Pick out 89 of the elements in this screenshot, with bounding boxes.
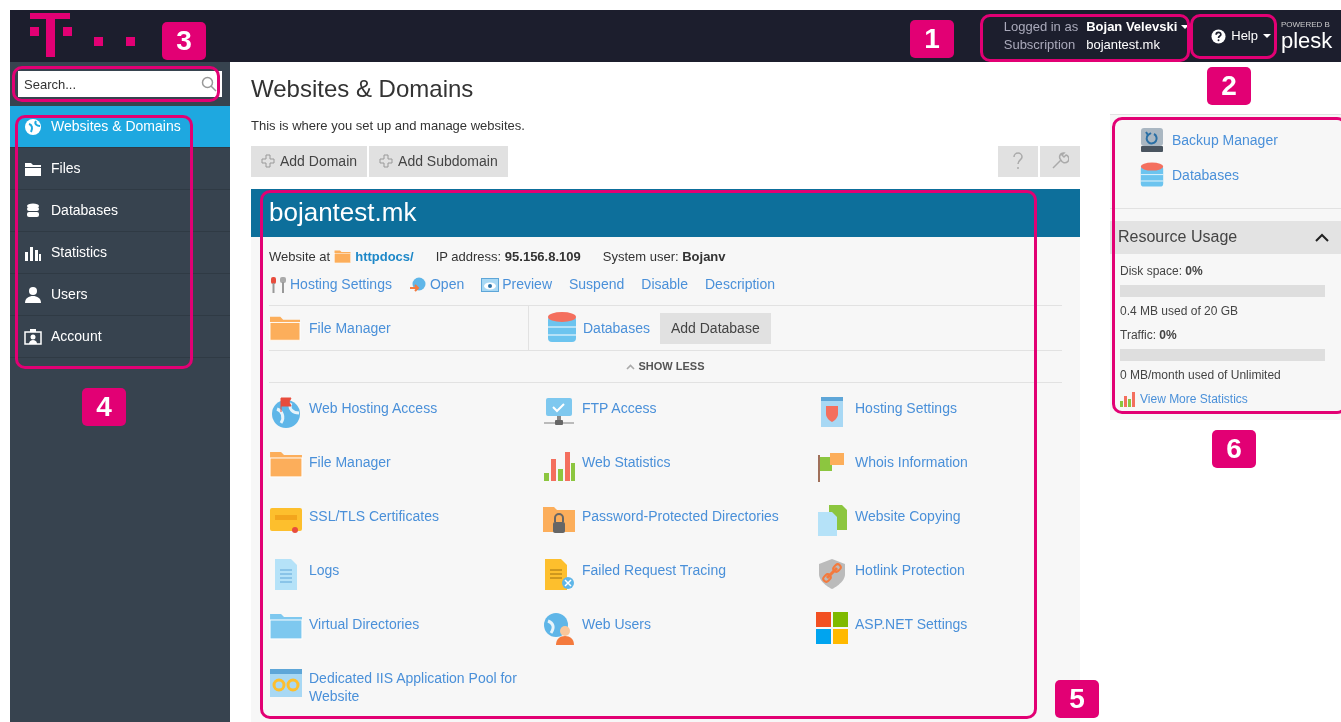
domain-action-link[interactable]: Disable bbox=[641, 274, 688, 295]
toolbar-button[interactable]: Add Subdomain bbox=[369, 145, 508, 177]
toolbar-button[interactable]: Add Domain bbox=[251, 145, 368, 177]
add-database-button[interactable]: Add Database bbox=[659, 312, 771, 344]
tool-link[interactable]: Logs bbox=[269, 557, 542, 591]
resource-usage-header[interactable]: Resource Usage bbox=[1110, 220, 1341, 254]
globe-icon bbox=[24, 117, 42, 136]
view-more-statistics-link[interactable]: View More Statistics bbox=[1120, 389, 1331, 408]
tool-link[interactable]: Dedicated IIS Application Pool for Website bbox=[269, 665, 542, 705]
databases-link[interactable]: Databases bbox=[583, 317, 650, 339]
caret-icon bbox=[1263, 34, 1271, 38]
plus-icon bbox=[261, 154, 275, 168]
page-description: This is where you set up and manage websites. bbox=[251, 117, 526, 135]
wrench-icon bbox=[1051, 152, 1069, 170]
tool-link[interactable]: Hosting Settings bbox=[815, 395, 1062, 429]
domain-action-link[interactable]: Hosting Settings bbox=[269, 274, 392, 295]
question-icon bbox=[1211, 28, 1227, 44]
side-link[interactable]: Backup Manager bbox=[1140, 127, 1341, 153]
callout-number: 4 bbox=[82, 388, 126, 426]
tool-link[interactable]: Failed Request Tracing bbox=[542, 557, 815, 591]
callout-number: 1 bbox=[910, 20, 954, 58]
tool-link[interactable]: Password-Protected Directories bbox=[542, 503, 815, 537]
usage-detail: 0.4 MB used of 20 GB bbox=[1120, 302, 1240, 320]
show-less-toggle[interactable]: SHOW LESS bbox=[626, 358, 705, 375]
docroot-link[interactable]: httpdocs/ bbox=[355, 246, 414, 266]
domain-action-link[interactable]: Suspend bbox=[569, 274, 625, 295]
side-link[interactable]: Databases bbox=[1140, 161, 1341, 190]
tool-link[interactable]: Web Hosting Access bbox=[269, 395, 542, 429]
callout-number: 5 bbox=[1055, 680, 1099, 718]
subscription-label: Subscription bbox=[1003, 36, 1077, 54]
logged-in-label: Logged in as bbox=[1003, 18, 1079, 36]
document-error-icon bbox=[542, 557, 576, 591]
system-user-text: System user: Bojanv bbox=[602, 247, 726, 266]
domain-action-link[interactable]: Description bbox=[705, 274, 775, 295]
brand-logo: plesk bbox=[1281, 28, 1334, 53]
folder-icon bbox=[334, 249, 352, 264]
tool-link[interactable]: ASP.NET Settings bbox=[815, 611, 1062, 645]
settings-button[interactable] bbox=[1040, 145, 1080, 177]
user-icon bbox=[24, 285, 42, 304]
question-icon bbox=[1012, 152, 1024, 170]
caret-icon bbox=[1181, 25, 1190, 29]
domain-action-link[interactable]: Preview bbox=[481, 274, 552, 295]
tools-icon bbox=[269, 276, 287, 293]
bar-chart-icon bbox=[1120, 390, 1136, 407]
database-icon bbox=[1140, 161, 1164, 190]
usage-detail: 0 MB/month used of Unlimited bbox=[1120, 366, 1282, 384]
globe-arrow-icon bbox=[408, 276, 427, 293]
folder-icon bbox=[269, 449, 303, 478]
tool-link[interactable]: File Manager bbox=[269, 449, 542, 483]
callout-number: 3 bbox=[162, 22, 206, 60]
tool-link[interactable]: Whois Information bbox=[815, 449, 1062, 483]
plus-icon bbox=[379, 154, 394, 168]
powered-by-text: POWERED B bbox=[1281, 19, 1331, 29]
copy-documents-icon bbox=[815, 503, 849, 537]
usage-label: Disk space: 0% bbox=[1120, 262, 1204, 280]
search-icon bbox=[201, 76, 217, 92]
globe-user-icon bbox=[542, 611, 576, 645]
tool-link[interactable]: Hotlink Protection bbox=[815, 557, 1062, 591]
usage-label: Traffic: 0% bbox=[1120, 326, 1178, 344]
windows-tiles-icon bbox=[815, 611, 849, 645]
tool-link[interactable]: Web Users bbox=[542, 611, 815, 645]
callout-number: 2 bbox=[1207, 67, 1251, 105]
file-manager-link[interactable]: File Manager bbox=[309, 317, 391, 339]
help-menu[interactable]: Help bbox=[1211, 26, 1271, 46]
folder-icon bbox=[269, 314, 301, 342]
domain-action-link[interactable]: Open bbox=[408, 274, 465, 295]
website-at-label: Website at bbox=[269, 247, 331, 266]
database-icon bbox=[24, 201, 42, 220]
tool-link[interactable]: Virtual Directories bbox=[269, 611, 542, 645]
chevron-up-icon bbox=[626, 363, 636, 370]
tool-link[interactable]: SSL/TLS Certificates bbox=[269, 503, 542, 537]
callout-number: 6 bbox=[1212, 430, 1256, 468]
tool-link[interactable]: Website Copying bbox=[815, 503, 1062, 537]
eye-window-icon bbox=[481, 277, 500, 292]
backup-drive-icon bbox=[1140, 127, 1164, 153]
domain-name: bojantest.mk bbox=[269, 196, 417, 229]
id-card-icon bbox=[24, 327, 42, 346]
tool-link[interactable]: FTP Access bbox=[542, 395, 815, 429]
folder-icon bbox=[269, 611, 303, 640]
bar-chart-icon bbox=[542, 449, 576, 483]
ip-address-text: IP address: 95.156.8.109 bbox=[435, 247, 581, 266]
subscription-menu[interactable]: bojantest.mk bbox=[1086, 36, 1190, 54]
globe-flag-icon bbox=[269, 395, 303, 429]
tool-link[interactable]: Web Statistics bbox=[542, 449, 815, 483]
user-menu[interactable]: Bojan Velevski bbox=[1086, 18, 1190, 36]
help-button[interactable] bbox=[998, 145, 1038, 177]
nav-item[interactable]: Websites & Domains bbox=[10, 106, 230, 148]
page-title: Websites & Domains bbox=[251, 74, 475, 104]
search-field[interactable]: Search... bbox=[18, 71, 222, 97]
